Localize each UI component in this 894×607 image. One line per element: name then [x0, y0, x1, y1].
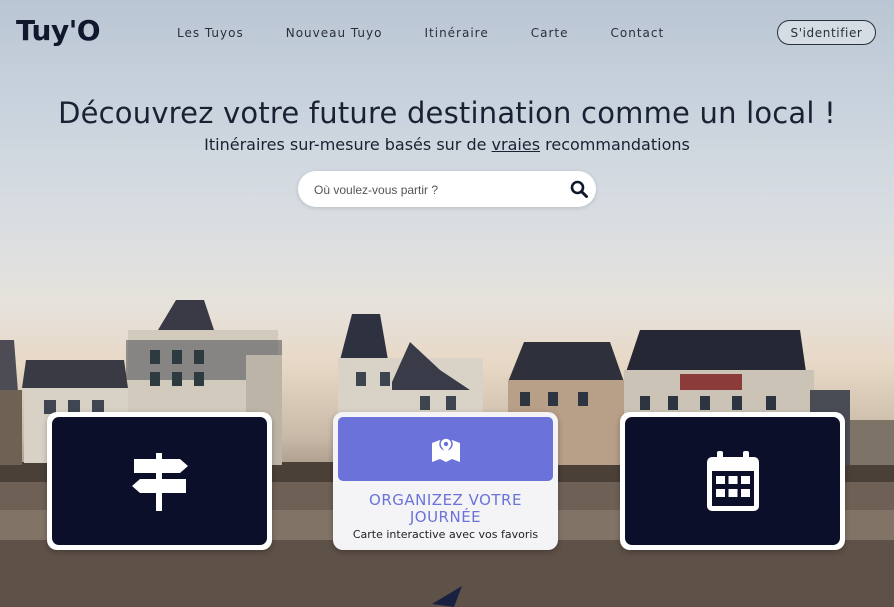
search-bar: [298, 171, 596, 209]
hero-title: Découvrez votre future destination comme…: [58, 96, 836, 130]
search-input[interactable]: [312, 171, 556, 209]
feature-card-itineraries[interactable]: [47, 412, 272, 550]
site-header: Tuy'O Les Tuyos Nouveau Tuyo Itinéraire …: [0, 0, 894, 68]
logo[interactable]: Tuy'O: [16, 14, 101, 47]
calendar-icon: [706, 451, 759, 511]
feature-card-organize-day[interactable]: ORGANIZEZ VOTRE JOURNÉE Carte interactive…: [333, 412, 558, 550]
hero-subtitle: Itinéraires sur-mesure basés sur de vrai…: [0, 135, 894, 154]
card-icon-panel: [52, 417, 267, 545]
card-title: ORGANIZEZ VOTRE JOURNÉE: [333, 492, 558, 526]
subtitle-text-before: Itinéraires sur-mesure basés sur de: [204, 135, 492, 154]
card-title-line2: JOURNÉE: [409, 508, 482, 526]
subtitle-underlined-word: vraies: [491, 135, 541, 154]
main-nav: Les Tuyos Nouveau Tuyo Itinéraire Carte …: [177, 26, 706, 40]
nav-link-itineraire[interactable]: Itinéraire: [424, 26, 488, 40]
card-title-line1: ORGANIZEZ VOTRE: [369, 491, 522, 509]
subtitle-text-after: recommandations: [540, 135, 690, 154]
feature-card-calendar[interactable]: [620, 412, 845, 550]
nav-link-contact[interactable]: Contact: [611, 26, 665, 40]
search-icon[interactable]: [570, 180, 588, 198]
nav-link-nouveau-tuyo[interactable]: Nouveau Tuyo: [286, 26, 383, 40]
login-button[interactable]: S'identifier: [777, 20, 876, 45]
map-marker-icon: [431, 437, 460, 462]
signpost-icon: [131, 453, 188, 511]
nav-link-les-tuyos[interactable]: Les Tuyos: [177, 26, 244, 40]
card-icon-panel: [625, 417, 840, 545]
card-description: Carte interactive avec vos favoris: [352, 528, 539, 541]
nav-link-carte[interactable]: Carte: [531, 26, 569, 40]
card-icon-panel: [338, 417, 553, 481]
